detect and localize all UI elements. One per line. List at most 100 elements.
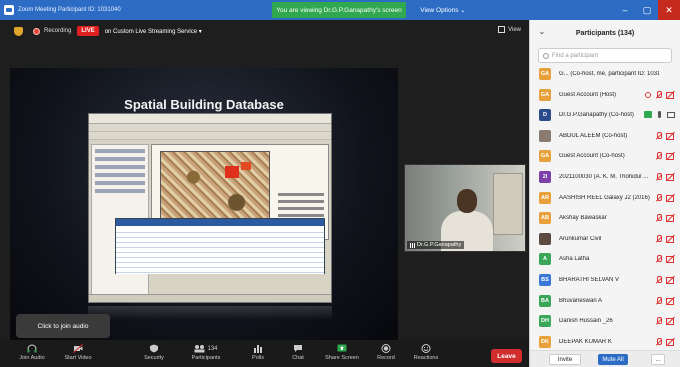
mic-off-icon[interactable]	[655, 90, 662, 99]
participant-row[interactable]: A Asha Latha	[530, 250, 680, 268]
participant-row[interactable]: ABDUL ALEEM (Co-host)	[530, 127, 680, 145]
collapse-chevron-icon[interactable]: ⌄	[539, 28, 545, 36]
participant-name: Guest Account (Co-host)	[559, 153, 625, 160]
view-options-button[interactable]: View Options ⌄	[414, 2, 472, 18]
avatar: GA	[539, 88, 551, 101]
mic-off-icon[interactable]	[655, 214, 662, 222]
share-screen-icon[interactable]	[644, 111, 652, 119]
participants-title: Participants (134)	[575, 29, 635, 37]
participant-row[interactable]: AR AASHISH REEL Galaxy J2 (2016)	[530, 189, 680, 207]
mic-off-icon[interactable]	[655, 317, 662, 325]
participant-name: BHARATHI SELVAN V	[559, 277, 620, 283]
mic-off-icon[interactable]	[655, 173, 662, 181]
participant-name: Akshay Bawaskar	[559, 215, 607, 222]
participant-row[interactable]: GA Guest Account (Host)	[530, 86, 680, 104]
participant-status-icons	[655, 276, 675, 284]
participant-row[interactable]: GA Guest Account (Co-host)	[530, 147, 680, 165]
maximize-button[interactable]: ▢	[636, 0, 658, 20]
recording-icon[interactable]	[645, 91, 651, 98]
camera-off-icon[interactable]	[666, 91, 675, 99]
attribute-table-header	[116, 219, 324, 226]
participants-label: Participants	[191, 355, 221, 361]
reactions-button[interactable]: Reactions	[404, 344, 448, 366]
participant-name: Asha Latha	[559, 256, 590, 263]
participant-row[interactable]: Arunkumar Civil	[530, 230, 680, 248]
participant-name: Guest Account (Host)	[559, 91, 617, 98]
mic-off-icon[interactable]	[655, 276, 662, 284]
camera-off-icon[interactable]	[666, 194, 675, 202]
participant-row[interactable]: DH Danish Hussain _26	[530, 312, 680, 330]
camera-off-icon[interactable]	[666, 173, 675, 181]
chat-icon	[294, 345, 302, 352]
avatar: BS	[539, 274, 551, 286]
gis-toolbar	[89, 124, 331, 132]
participant-row[interactable]: AB Akshay Bawaskar	[530, 209, 680, 227]
camera-off-icon[interactable]	[666, 338, 675, 346]
start-video-button[interactable]: Start Video	[56, 344, 100, 366]
headphones-icon	[27, 344, 37, 353]
share-screen-button[interactable]: Share Screen	[320, 344, 364, 366]
camera-off-icon[interactable]	[666, 255, 675, 264]
camera-off-icon[interactable]	[666, 297, 675, 305]
avatar: A	[539, 253, 551, 266]
minimize-button[interactable]: –	[614, 0, 636, 20]
participant-row[interactable]: BA Bhuvaneswari A	[530, 292, 680, 310]
participant-row[interactable]: DK DEEPAK KUMAR K	[530, 333, 680, 351]
mic-off-icon[interactable]	[655, 255, 662, 263]
mic-off-icon[interactable]	[655, 193, 662, 202]
participant-row[interactable]: D Dr.G.P.Ganapathy (Co-host)	[530, 106, 680, 124]
mic-off-icon[interactable]	[655, 234, 662, 243]
leave-button[interactable]: Leave	[491, 349, 522, 363]
participants-panel: ⌄ Participants (134) Find a participant …	[529, 20, 680, 367]
emoji-icon	[421, 344, 431, 353]
camera-off-icon[interactable]	[666, 317, 675, 326]
polls-button[interactable]: Polls	[236, 344, 280, 366]
security-button[interactable]: Security	[132, 344, 176, 366]
livestream-dropdown[interactable]: on Custom Live Streaming Service ▾	[105, 28, 202, 35]
camera-icon[interactable]	[667, 112, 675, 119]
participant-status-icons	[655, 152, 675, 161]
invite-button[interactable]: Invite	[549, 354, 581, 365]
mic-icon[interactable]	[658, 111, 661, 119]
chat-button[interactable]: Chat	[276, 344, 320, 366]
speaker-name: Dr.G.P.Ganapathy	[417, 242, 462, 248]
participant-row[interactable]: GA G... (Co-host, me, participant ID: 103…	[530, 65, 680, 83]
participant-status-icons	[655, 193, 675, 202]
mic-off-icon[interactable]	[655, 152, 662, 160]
participant-search-input[interactable]: Find a participant	[538, 48, 672, 63]
more-button[interactable]: ...	[651, 354, 665, 365]
participant-name: ABDUL ALEEM (Co-host)	[559, 132, 628, 139]
mic-off-icon[interactable]	[655, 131, 662, 140]
bar-chart-icon	[254, 345, 262, 353]
zoom-window: Zoom Meeting Participant ID: 1031040 You…	[0, 0, 680, 367]
speaker-head	[457, 189, 477, 213]
mic-off-icon[interactable]	[655, 337, 662, 346]
highlighted-building	[225, 166, 239, 178]
participant-status-icons	[655, 317, 675, 326]
camera-off-icon[interactable]	[666, 235, 675, 243]
avatar: GA	[539, 68, 551, 80]
participant-row[interactable]: 2I 2021100030 (A. K. M. Thohidul ...	[530, 168, 680, 186]
join-audio-button[interactable]: Join Audio	[10, 344, 54, 366]
camera-off-icon[interactable]	[666, 132, 675, 140]
mute-all-button[interactable]: Mute All	[598, 354, 628, 365]
participant-status-icons	[655, 173, 675, 181]
mic-off-icon[interactable]	[655, 296, 662, 305]
camera-off-icon[interactable]	[666, 214, 675, 223]
live-badge: LIVE	[77, 26, 99, 36]
speaker-video[interactable]: Dr.G.P.Ganapathy	[404, 164, 526, 252]
participants-button[interactable]: 134 Participants	[184, 344, 228, 366]
camera-off-icon[interactable]	[666, 152, 675, 161]
close-button[interactable]: ✕	[658, 0, 680, 20]
meeting-toolbar: Join Audio Start Video Security 134 Part…	[0, 340, 529, 367]
participant-name: G... (Co-host, me, participant ID: 10310…	[559, 71, 659, 77]
record-button[interactable]: Record	[364, 344, 408, 366]
avatar: DK	[539, 335, 551, 348]
participant-name: Arunkumar Civil	[559, 235, 602, 242]
avatar: DH	[539, 315, 551, 328]
participant-row[interactable]: BS BHARATHI SELVAN V	[530, 271, 680, 289]
camera-off-icon[interactable]	[666, 276, 675, 284]
view-button[interactable]: View	[498, 26, 521, 33]
shield-icon[interactable]	[14, 26, 23, 36]
participant-status-icons	[655, 296, 675, 305]
